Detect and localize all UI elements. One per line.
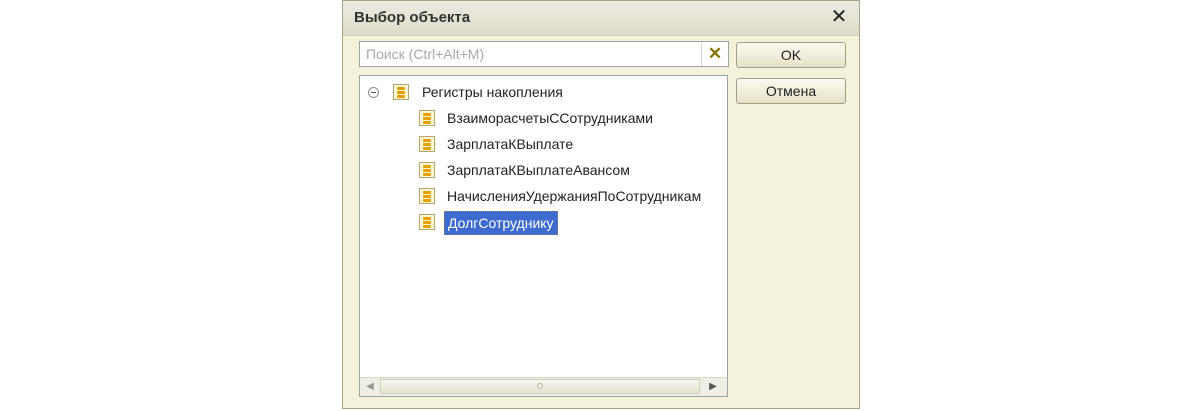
tree-root-label: Регистры накопления (422, 84, 563, 100)
close-icon[interactable]: ✕ (829, 7, 849, 27)
register-icon (419, 214, 435, 230)
tree-item[interactable]: НачисленияУдержанияПоСотрудникам (360, 185, 727, 207)
clear-search-icon[interactable]: ✕ (701, 42, 728, 66)
tree-item-label: ВзаиморасчетыССотрудниками (447, 110, 653, 126)
tree-item[interactable]: ЗарплатаКВыплатеАвансом (360, 159, 720, 181)
tree-item-selected[interactable]: ДолгСотруднику (360, 211, 720, 235)
register-icon (393, 84, 409, 100)
scrollbar-thumb[interactable] (380, 379, 700, 394)
tree-item-label: ЗарплатаКВыплатеАвансом (447, 162, 630, 178)
ok-button[interactable]: OK (736, 42, 846, 68)
collapse-icon[interactable] (368, 87, 379, 98)
object-tree[interactable]: Регистры накопления ВзаиморасчетыССотруд… (359, 75, 728, 397)
tree-item-label: ЗарплатаКВыплате (447, 136, 574, 152)
grip-icon (537, 383, 543, 389)
search-input[interactable] (360, 42, 702, 66)
tree-item[interactable]: ВзаиморасчетыССотрудниками (360, 107, 720, 129)
register-icon (419, 110, 435, 126)
register-icon (419, 162, 435, 178)
register-icon (419, 188, 435, 204)
search-box: ✕ (359, 41, 729, 67)
object-selection-dialog: Выбор объекта ✕ ✕ OK Отмена Регистры нак… (342, 0, 860, 409)
title-bar: Выбор объекта ✕ (343, 1, 859, 36)
tree-root-row[interactable]: Регистры накопления (360, 81, 720, 103)
register-icon (419, 136, 435, 152)
cancel-button[interactable]: Отмена (736, 78, 846, 104)
tree-item-label: НачисленияУдержанияПоСотрудникам (447, 188, 702, 204)
tree-item-label: ДолгСотруднику (444, 211, 558, 235)
scroll-right-icon[interactable]: ▶ (704, 378, 722, 396)
dialog-title: Выбор объекта (354, 9, 471, 26)
horizontal-scrollbar[interactable]: ◀ ▶ (360, 377, 727, 396)
scroll-left-icon[interactable]: ◀ (361, 378, 379, 396)
tree-item[interactable]: ЗарплатаКВыплате (360, 133, 720, 155)
